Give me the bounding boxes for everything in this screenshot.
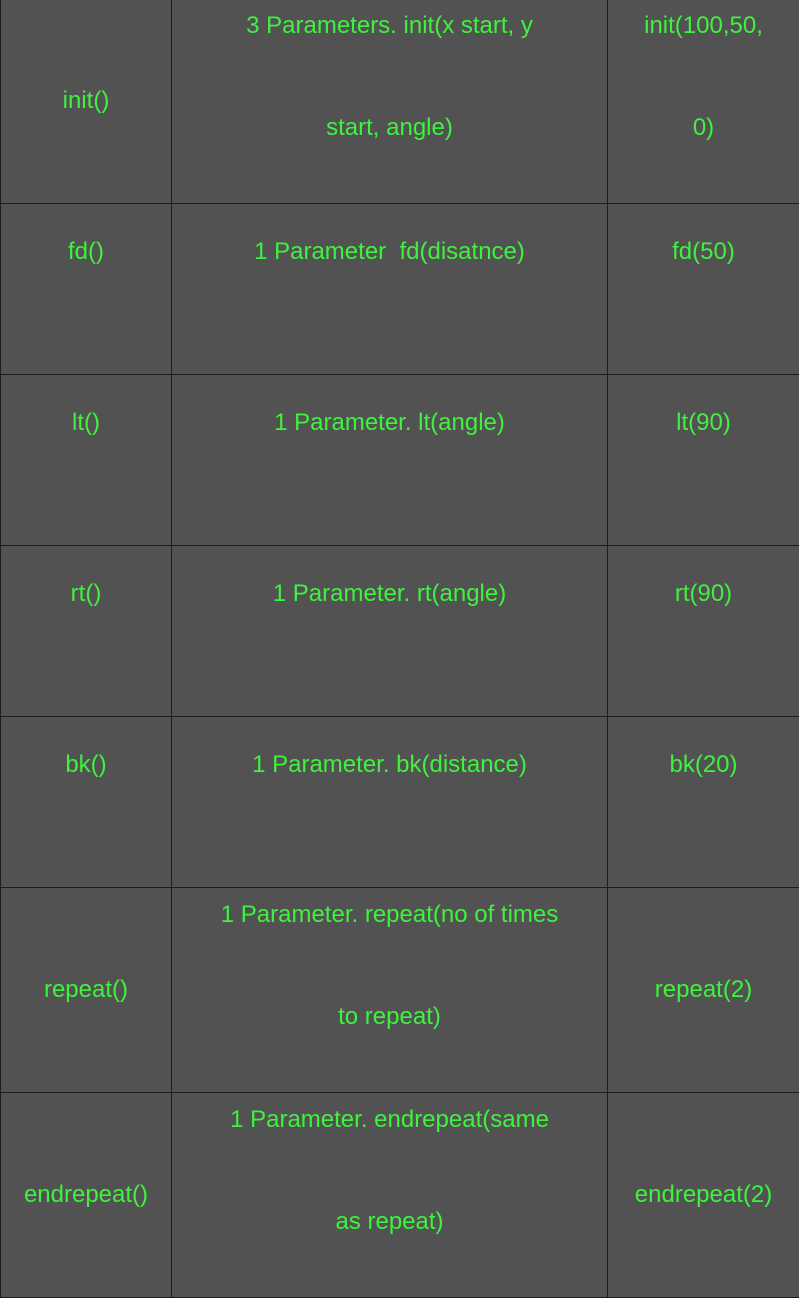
command-reference-table: init() 3 Parameters. init(x start, y star… <box>0 0 799 1298</box>
command-cell: repeat() <box>1 888 172 1093</box>
description-cell: 1 Parameter. rt(angle) <box>172 546 608 717</box>
example-text: endrepeat(2) <box>635 1181 772 1208</box>
table-row: endrepeat() 1 Parameter. endrepeat(same a… <box>1 1093 799 1298</box>
table-row: rt() 1 Parameter. rt(angle) rt(90) <box>1 546 799 717</box>
table-row: bk() 1 Parameter. bk(distance) bk(20) <box>1 717 799 888</box>
description-cell: 3 Parameters. init(x start, y start, angl… <box>172 0 608 204</box>
command-name: repeat() <box>44 976 128 1003</box>
description-text: 1 Parameter. bk(distance) <box>252 751 527 778</box>
description-text: 1 Parameter fd(disatnce) <box>254 238 525 265</box>
command-name: endrepeat() <box>24 1181 148 1208</box>
example-cell: fd(50) <box>608 204 799 375</box>
command-cell: fd() <box>1 204 172 375</box>
example-cell: bk(20) <box>608 717 799 888</box>
description-text: 1 Parameter. endrepeat(same as repeat) <box>182 1069 597 1273</box>
description-cell: 1 Parameter. repeat(no of times to repeat… <box>172 888 608 1093</box>
command-name: bk() <box>65 751 106 778</box>
example-cell: lt(90) <box>608 375 799 546</box>
example-text: fd(50) <box>672 238 735 265</box>
table-row: repeat() 1 Parameter. repeat(no of times… <box>1 888 799 1093</box>
description-text: 1 Parameter. lt(angle) <box>274 409 505 436</box>
description-line: start, angle) <box>326 114 453 141</box>
command-cell: endrepeat() <box>1 1093 172 1298</box>
example-cell: repeat(2) <box>608 888 799 1093</box>
example-line: 0) <box>693 114 714 141</box>
command-cell: init() <box>1 0 172 204</box>
description-text: 1 Parameter. rt(angle) <box>273 580 506 607</box>
description-cell: 1 Parameter. lt(angle) <box>172 375 608 546</box>
command-name: rt() <box>71 580 102 607</box>
example-text: repeat(2) <box>655 976 752 1003</box>
example-text: bk(20) <box>669 751 737 778</box>
description-text: 1 Parameter. repeat(no of times to repeat… <box>182 864 597 1068</box>
description-line: 3 Parameters. init(x start, y <box>246 12 533 39</box>
command-name: lt() <box>72 409 100 436</box>
example-cell: endrepeat(2) <box>608 1093 799 1298</box>
command-name: init() <box>63 87 110 114</box>
table-row: lt() 1 Parameter. lt(angle) lt(90) <box>1 375 799 546</box>
description-cell: 1 Parameter. endrepeat(same as repeat) <box>172 1093 608 1298</box>
command-cell: rt() <box>1 546 172 717</box>
description-cell: 1 Parameter fd(disatnce) <box>172 204 608 375</box>
example-text: lt(90) <box>676 409 731 436</box>
description-line: 1 Parameter. endrepeat(same <box>230 1106 549 1133</box>
description-line: to repeat) <box>338 1003 441 1030</box>
description-cell: 1 Parameter. bk(distance) <box>172 717 608 888</box>
example-text: rt(90) <box>675 580 732 607</box>
example-text: init(100,50, 0) <box>612 0 795 179</box>
command-name: fd() <box>68 238 104 265</box>
example-line: init(100,50, <box>644 12 763 39</box>
command-cell: bk() <box>1 717 172 888</box>
description-line: 1 Parameter. repeat(no of times <box>221 901 559 928</box>
table-row: fd() 1 Parameter fd(disatnce) fd(50) <box>1 204 799 375</box>
example-cell: rt(90) <box>608 546 799 717</box>
table-row: init() 3 Parameters. init(x start, y star… <box>1 0 799 204</box>
description-line: as repeat) <box>335 1208 443 1235</box>
description-text: 3 Parameters. init(x start, y start, angl… <box>182 0 597 179</box>
example-cell: init(100,50, 0) <box>608 0 799 204</box>
command-cell: lt() <box>1 375 172 546</box>
